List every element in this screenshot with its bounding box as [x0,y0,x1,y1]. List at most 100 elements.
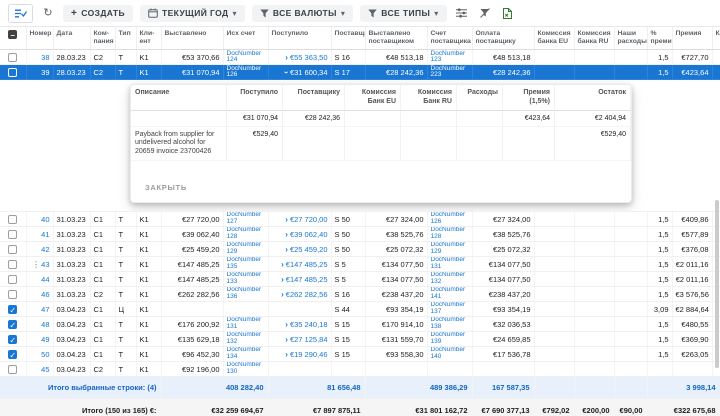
close-detail-button[interactable]: ЗАКРЫТЬ [137,179,195,196]
expand-row-icon[interactable]: › [285,335,288,344]
row-checkbox[interactable]: ✓ [8,334,18,345]
expand-row-icon[interactable]: › [285,350,288,359]
table-row[interactable]: ✓ 47 03.04.23 C1 Ц K1 S 44 €93 354,19 DocNumber … [0,301,720,318]
table-row[interactable]: 42 31.03.23 C1 T K1 €25 459,20 DocNumber 129 › €… [0,241,720,258]
table-row[interactable]: 44 31.03.23 C1 T K1 €147 485,25 DocNumber 133 ›… [0,271,720,288]
currency-filter-button[interactable]: ВСЕ ВАЛЮТЫ ▾ [251,4,354,22]
row-number-link[interactable]: 46 [41,290,49,299]
expand-row-icon[interactable]: › [285,230,288,239]
column-header-fee_ru[interactable]: Комиссия банка RU [574,27,615,51]
column-header-supplier[interactable]: Поставщик [331,27,366,51]
period-filter-button[interactable]: ТЕКУЩИЙ ГОД ▾ [140,4,245,22]
document-link[interactable]: DocNumber 129 [227,242,265,255]
table-row[interactable]: 41 31.03.23 C1 T K1 €39 062,40 DocNumber 128 › €… [0,226,720,243]
column-header-fee_eu[interactable]: Комиссия банка EU [534,27,575,51]
expand-row-icon[interactable]: › [285,215,288,224]
row-checkbox[interactable] [8,274,18,284]
table-row[interactable]: 39 28.03.23 C2 T K1 €31 070,94 DocNumber 126 ›€… [0,64,720,81]
column-header-payment[interactable]: Оплата поставщику [472,27,535,51]
row-checkbox[interactable] [8,289,18,299]
row-checkbox[interactable]: ✓ [8,304,18,315]
document-link[interactable]: DocNumber 141 [431,287,469,300]
column-header-cb[interactable]: – [0,27,27,51]
document-link[interactable]: DocNumber 138 [431,317,469,330]
row-checkbox[interactable] [8,364,18,374]
table-row[interactable]: 40 31.03.23 C1 T K1 €27 720,00 DocNumber 127 › €… [0,211,720,228]
column-header-date[interactable]: Дата [53,27,91,51]
column-header-received[interactable]: Поступило [268,27,332,51]
row-checkbox[interactable] [8,229,18,239]
column-header-issued_doc[interactable]: Исх счет [223,27,269,51]
table-row[interactable]: 45 03.04.23 C2 T K1 €92 196,00 DocNumber 130 [0,361,720,378]
select-all-checkbox[interactable]: – [8,30,18,40]
document-link[interactable]: DocNumber 140 [431,347,469,360]
tune-button[interactable] [454,5,470,21]
row-number-link[interactable]: 45 [41,365,49,374]
collapse-row-icon[interactable]: › [282,71,291,74]
column-header-client[interactable]: Кли-ент [136,27,162,51]
column-header-company[interactable]: Ком-пания [90,27,116,51]
document-link[interactable]: DocNumber 223 [431,65,469,79]
row-number-link[interactable]: 48 [41,320,49,329]
clear-filters-button[interactable] [477,5,493,21]
document-link[interactable]: DocNumber 131 [227,317,265,330]
expand-row-icon[interactable]: › [281,275,284,284]
table-row[interactable]: ⋮43 31.03.23 C1 T K1 €147 485,25 DocNumber 135… [0,256,720,273]
table-row[interactable]: ✓ 49 03.04.23 C1 T K1 €135 629,18 DocNumber 132… [0,331,720,348]
table-row[interactable]: 38 28.03.23 C2 T K1 €53 370,66 DocNumber 124 › €… [0,49,720,66]
document-link[interactable]: DocNumber 132 [227,332,265,345]
document-link[interactable]: DocNumber 126 [227,65,265,79]
table-row[interactable]: ✓ 48 03.04.23 C1 T K1 €176 200,92 DocNumber 131… [0,316,720,333]
column-header-pct[interactable]: % премии [647,27,673,51]
column-header-issued[interactable]: Выставлено [161,27,224,51]
document-link[interactable]: DocNumber 124 [227,50,265,64]
row-number-link[interactable]: 43 [41,260,49,269]
document-link[interactable]: DocNumber 133 [227,272,265,285]
row-number-link[interactable]: 38 [41,53,49,62]
column-header-supplier_doc[interactable]: Счет поставщика [427,27,473,51]
row-checkbox[interactable]: ✓ [8,319,18,330]
row-number-link[interactable]: 39 [41,68,49,77]
document-link[interactable]: DocNumber 132 [431,272,469,285]
document-link[interactable]: DocNumber 139 [431,332,469,345]
vertical-scrollbar[interactable] [715,200,719,368]
document-link[interactable]: DocNumber 123 [431,50,469,64]
document-link[interactable]: DocNumber 136 [227,287,265,300]
select-mode-button[interactable] [8,3,33,23]
row-checkbox[interactable] [8,214,18,224]
row-number-link[interactable]: 50 [41,350,49,359]
row-number-link[interactable]: 49 [41,335,49,344]
create-button[interactable]: + СОЗДАТЬ [63,4,133,22]
refresh-button[interactable]: ↻ [40,5,56,21]
document-link[interactable]: DocNumber 135 [227,257,265,270]
row-number-link[interactable]: 42 [41,245,49,254]
row-number-link[interactable]: 40 [41,215,49,224]
document-link[interactable]: DocNumber 128 [431,227,469,240]
row-checkbox[interactable] [8,244,18,254]
column-header-kl[interactable]: Кл [712,27,720,51]
column-header-type[interactable]: Тип [115,27,137,51]
type-filter-button[interactable]: ВСЕ ТИПЫ ▾ [360,4,447,22]
expand-row-icon[interactable]: › [281,290,284,299]
table-row[interactable]: ✓ 50 03.04.23 C1 T K1 €96 452,30 DocNumber 134 ›… [0,346,720,363]
document-link[interactable]: DocNumber 129 [431,242,469,255]
row-number-link[interactable]: 44 [41,275,49,284]
document-link[interactable]: DocNumber 137 [431,302,469,315]
export-excel-button[interactable] [500,5,516,21]
column-header-premium[interactable]: Премия [672,27,713,51]
row-checkbox[interactable] [8,67,18,77]
row-number-link[interactable]: 47 [41,305,49,314]
document-link[interactable]: DocNumber 127 [227,212,265,225]
expand-row-icon[interactable]: › [285,245,288,254]
expand-row-icon[interactable]: › [285,53,288,62]
table-row[interactable]: 46 31.03.23 C2 T K1 €262 282,56 DocNumber 136 ›… [0,286,720,303]
document-link[interactable]: DocNumber 134 [227,347,265,360]
row-checkbox[interactable] [8,52,18,62]
expand-row-icon[interactable]: › [285,320,288,329]
row-number-link[interactable]: 41 [41,230,49,239]
row-checkbox[interactable] [8,259,18,269]
expand-row-icon[interactable]: › [281,260,284,269]
document-link[interactable]: DocNumber 130 [227,362,265,375]
column-header-supplier_issued[interactable]: Выставлено поставщиком [365,27,428,51]
document-link[interactable]: DocNumber 126 [431,212,469,225]
